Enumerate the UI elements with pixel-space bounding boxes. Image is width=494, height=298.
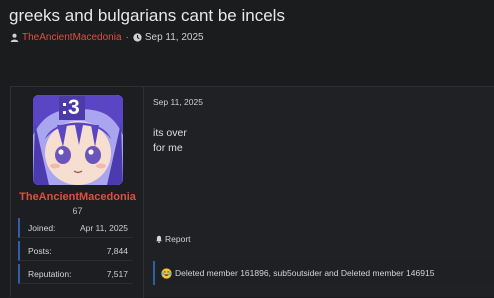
- avatar-text: :3: [61, 96, 80, 119]
- thread-author-link[interactable]: TheAncientMacedonia: [22, 32, 122, 43]
- post-user-cell: :3 TheAncientMacedonia 67 Joined: Apr 11…: [11, 87, 144, 298]
- post-line: its over: [153, 127, 187, 139]
- post: :3 TheAncientMacedonia 67 Joined: Apr 11…: [10, 86, 494, 298]
- avatar[interactable]: :3: [33, 95, 123, 185]
- post-username-link[interactable]: TheAncientMacedonia: [11, 191, 144, 203]
- bell-icon: [155, 235, 163, 243]
- clock-icon: [133, 33, 142, 42]
- user-level: 67: [72, 206, 83, 216]
- stat-label: Reputation:: [28, 268, 72, 279]
- stat-posts: Posts: 7,844: [18, 241, 133, 261]
- stat-label: Posts:: [28, 245, 52, 256]
- stat-label: Joined:: [28, 222, 56, 233]
- thread-date-link[interactable]: Sep 11, 2025: [145, 32, 204, 43]
- stat-value: 7,517: [106, 268, 128, 279]
- post-date-link[interactable]: Sep 11, 2025: [153, 97, 203, 107]
- post-body: its over for me: [153, 126, 187, 156]
- user-icon: [10, 33, 19, 42]
- meta-separator: ·: [125, 32, 129, 43]
- stat-joined: Joined: Apr 11, 2025: [18, 218, 133, 238]
- user-stats: Joined: Apr 11, 2025 Posts: 7,844 Reputa…: [18, 218, 133, 287]
- crying-laughing-emoji-icon: [161, 267, 172, 279]
- stat-reputation: Reputation: 7,517: [18, 264, 133, 284]
- reactions-bar[interactable]: Deleted member 161896, sub5outsider and …: [153, 261, 494, 285]
- report-button[interactable]: Report: [155, 234, 191, 244]
- reactions-text[interactable]: Deleted member 161896, sub5outsider and …: [175, 268, 434, 278]
- stat-value: 7,844: [106, 245, 128, 256]
- thread-title: greeks and bulgarians cant be incels: [9, 6, 285, 25]
- thread-meta: TheAncientMacedonia · Sep 11, 2025: [10, 32, 204, 43]
- stat-value: Apr 11, 2025: [79, 222, 128, 233]
- report-label: Report: [165, 234, 191, 244]
- post-line: for me: [153, 142, 183, 154]
